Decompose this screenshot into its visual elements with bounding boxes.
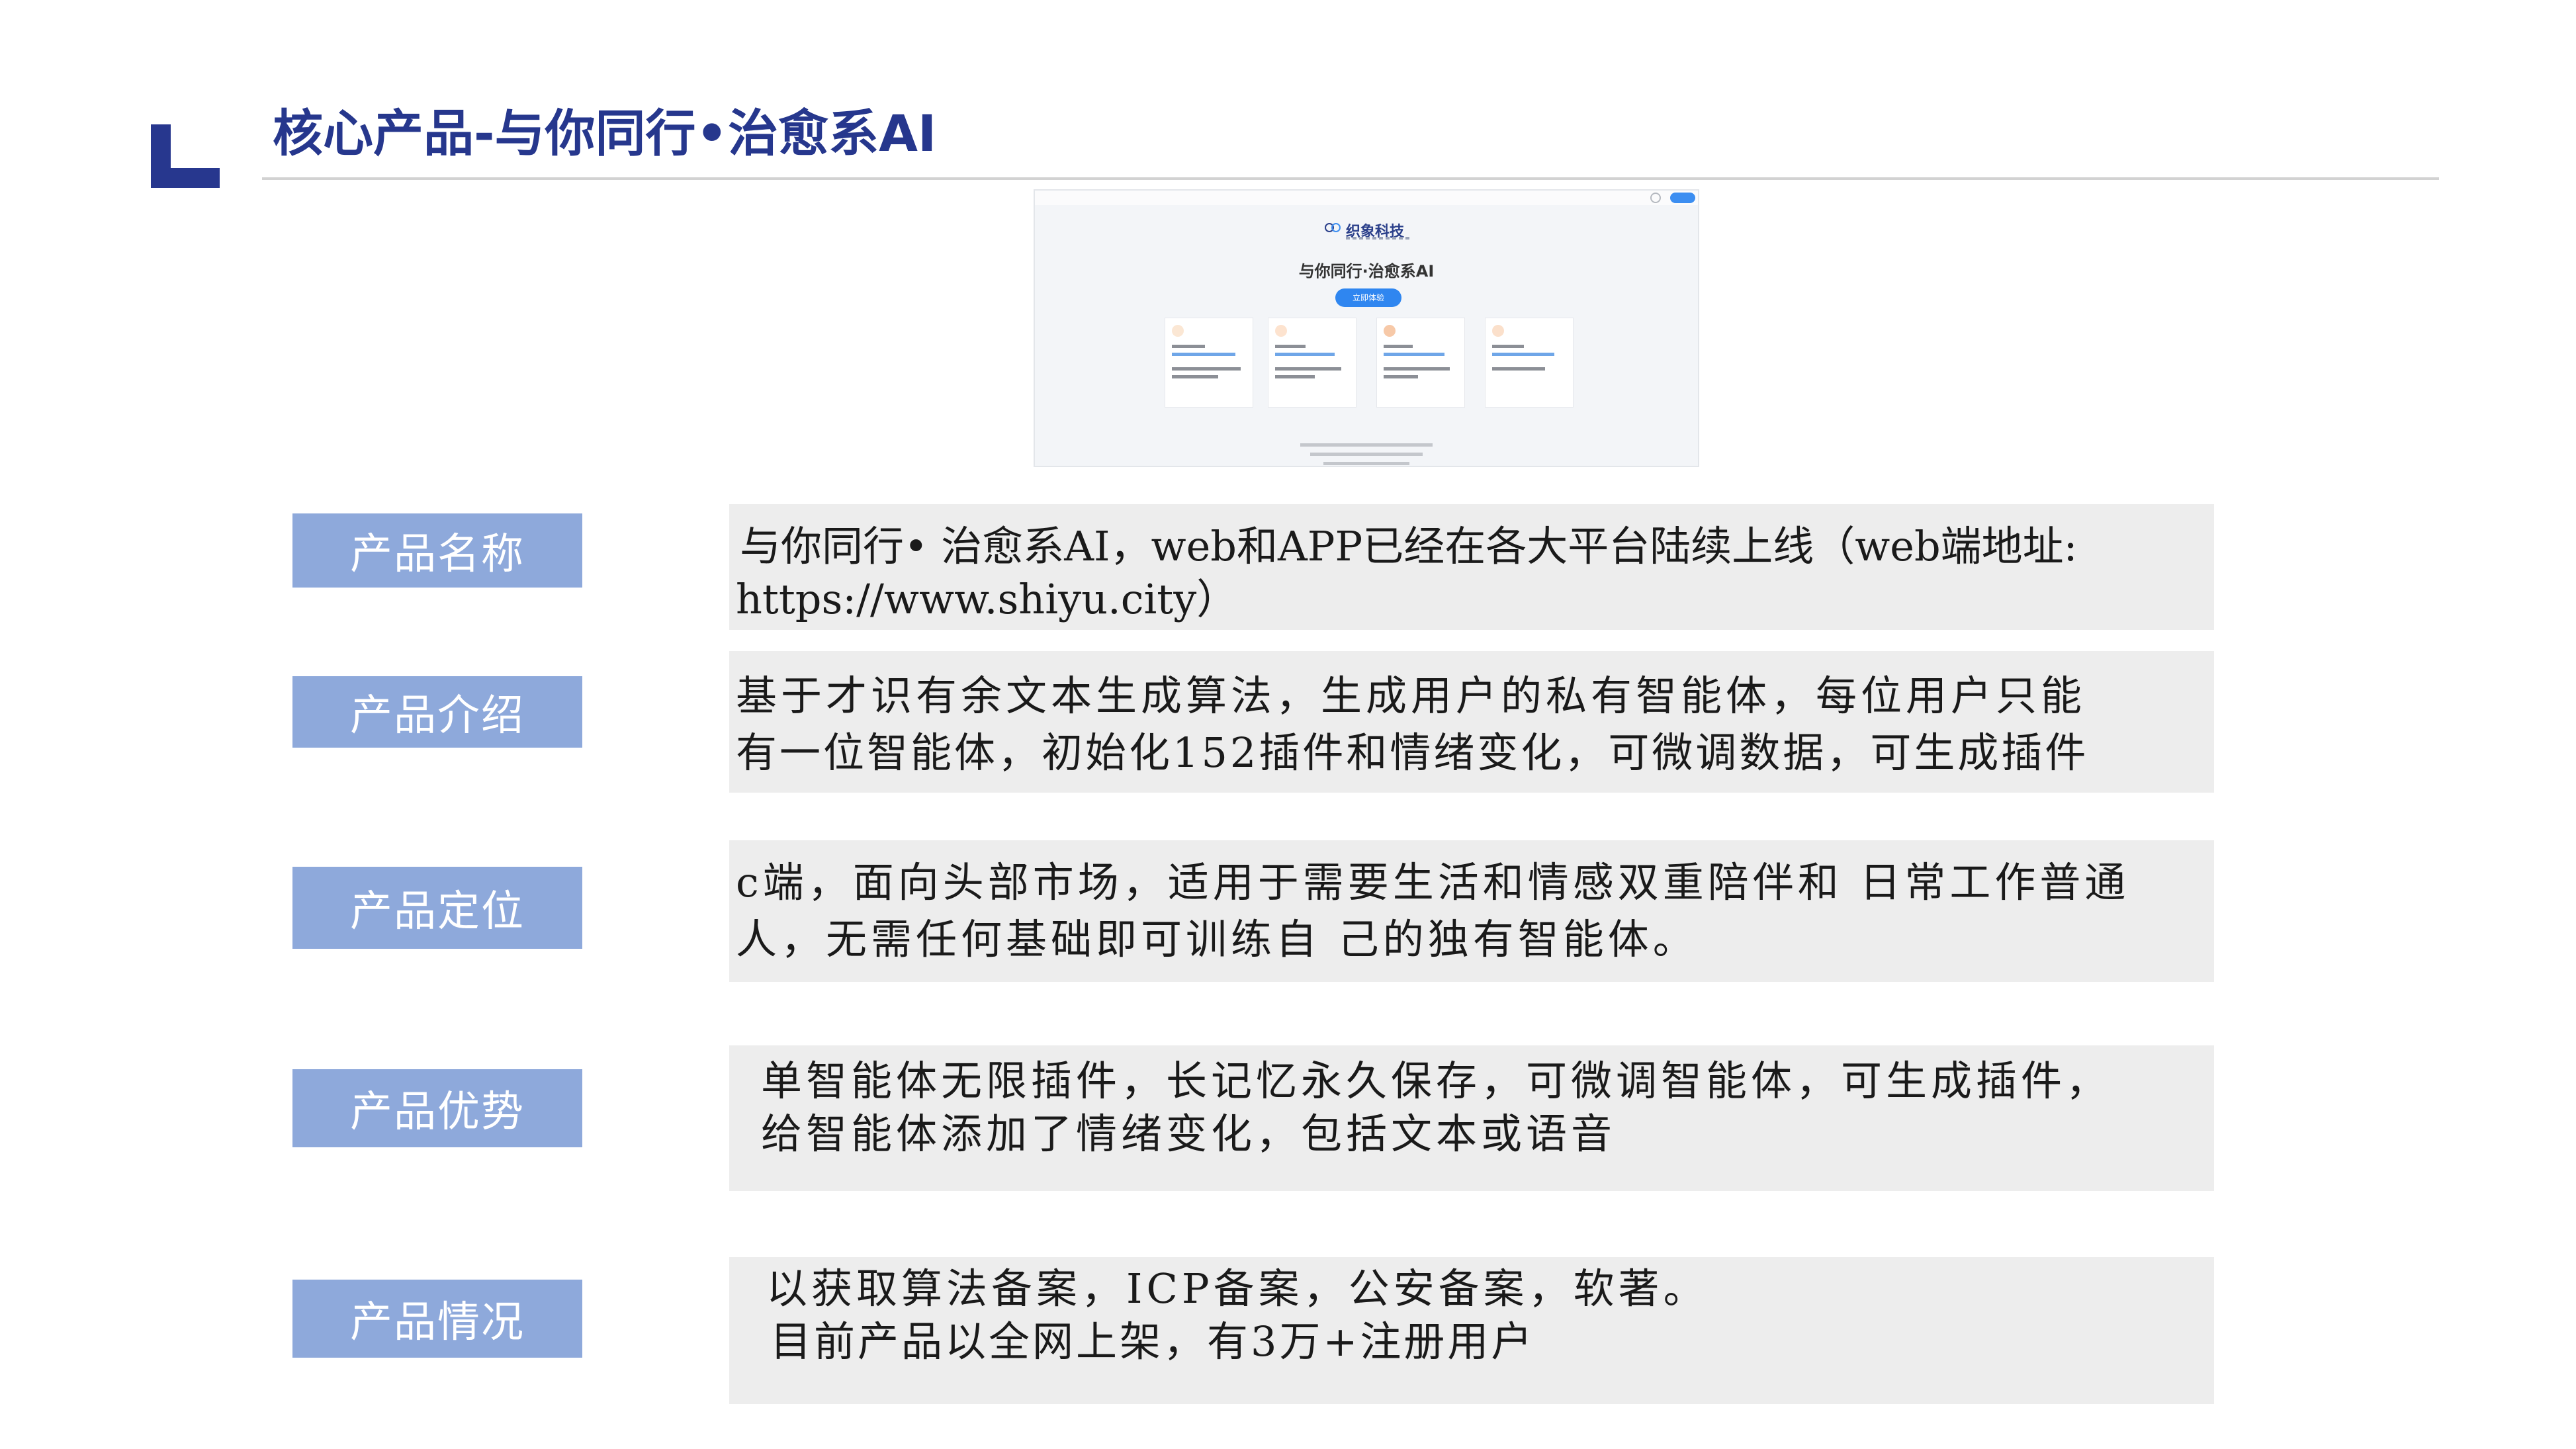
label-product-positioning: 产品定位 — [292, 867, 582, 949]
content-product-name: 与你同行• 治愈系AI，web和APP已经在各大平台陆续上线（web端地址: h… — [729, 504, 2214, 630]
content-line: 单智能体无限插件，长记忆永久保存，可微调智能体，可生成插件， — [761, 1057, 2111, 1105]
content-product-advantages: 单智能体无限插件，长记忆永久保存，可微调智能体，可生成插件， 给智能体添加了情绪… — [729, 1045, 2214, 1191]
screenshot-feature-card — [1376, 318, 1465, 408]
content-line: 有一位智能体，初始化152插件和情绪变化，可微调数据，可生成插件 — [736, 728, 2089, 777]
screenshot-footer-line — [1035, 446, 1698, 456]
page-title: 核心产品-与你同行•治愈系AI — [273, 104, 937, 163]
label-product-name: 产品名称 — [292, 513, 582, 588]
brand-logo-icon — [1325, 223, 1341, 232]
screenshot-topbar — [1035, 191, 1698, 205]
content-line: https://www.shiyu.city） — [736, 575, 1238, 623]
screenshot-cta-button: 立即体验 — [1335, 288, 1401, 307]
screenshot-feature-card — [1268, 318, 1356, 408]
screenshot-headline: 与你同行·治愈系AI — [1298, 262, 1435, 281]
content-line: 人，无需任何基础即可训练自 己的独有智能体。 — [736, 915, 1698, 963]
content-product-status: 以获取算法备案，ICP备案，公安备案，软著。 目前产品以全网上架，有3万+注册用… — [729, 1257, 2214, 1404]
screenshot-login-button — [1670, 193, 1695, 203]
screenshot-footer-line — [1035, 455, 1698, 465]
label-product-advantages: 产品优势 — [292, 1069, 582, 1147]
corner-bracket-mark — [151, 124, 220, 188]
screenshot-feature-card — [1485, 318, 1574, 408]
content-line: 以获取算法备案，ICP备案，公安备案，软著。 — [766, 1264, 1709, 1313]
content-line: 目前产品以全网上架，有3万+注册用户 — [770, 1317, 1535, 1366]
content-line: 基于才识有余文本生成算法，生成用户的私有智能体，每位用户只能 — [736, 672, 2086, 720]
product-screenshot: 织象科技 与你同行·治愈系AI 立即体验 — [1034, 189, 1699, 467]
content-line: 给智能体添加了情绪变化，包括文本或语音 — [761, 1110, 1617, 1158]
screenshot-brand-subtitle — [1346, 237, 1409, 240]
content-line: 与你同行• 治愈系AI，web和APP已经在各大平台陆续上线（web端地址: — [740, 522, 2078, 570]
screenshot-footer-line — [1035, 437, 1698, 447]
content-product-intro: 基于才识有余文本生成算法，生成用户的私有智能体，每位用户只能 有一位智能体，初始… — [729, 651, 2214, 793]
screenshot-feature-card — [1165, 318, 1253, 408]
label-product-status: 产品情况 — [292, 1280, 582, 1358]
content-product-positioning: c端，面向头部市场，适用于需要生活和情感双重陪伴和 日常工作普通 人，无需任何基… — [729, 840, 2214, 982]
gear-icon — [1650, 193, 1661, 203]
content-line: c端，面向头部市场，适用于需要生活和情感双重陪伴和 日常工作普通 — [736, 858, 2130, 906]
title-divider — [262, 177, 2439, 180]
label-product-intro: 产品介绍 — [292, 676, 582, 748]
